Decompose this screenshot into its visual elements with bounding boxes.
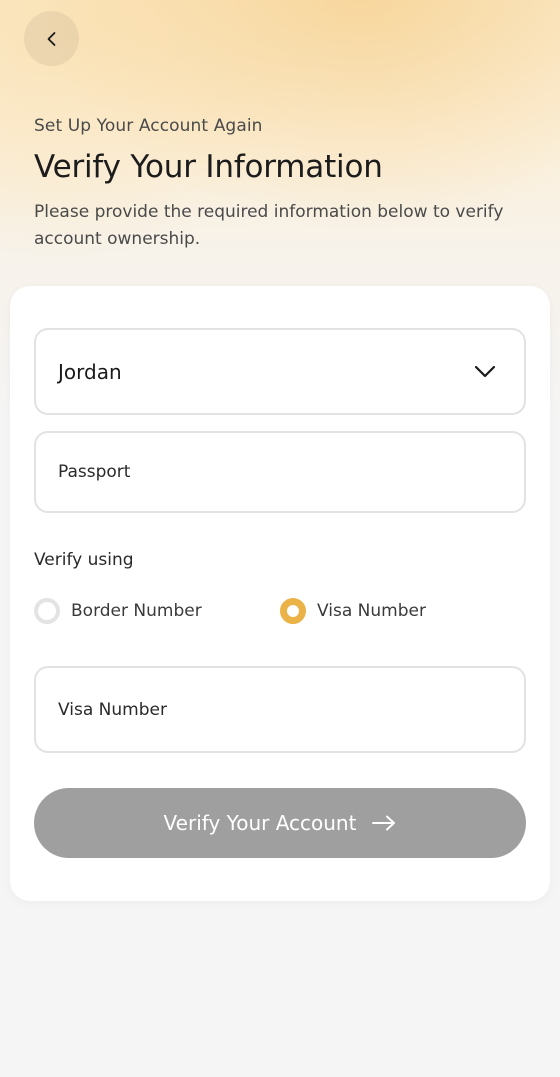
- radio-visa-number[interactable]: Visa Number: [280, 598, 426, 624]
- radio-visa-number-label: Visa Number: [317, 601, 426, 621]
- page-title: Verify Your Information: [34, 149, 383, 185]
- arrow-right-icon: [372, 815, 396, 831]
- radio-border-number[interactable]: Border Number: [34, 598, 202, 624]
- back-button[interactable]: [24, 11, 79, 66]
- verify-account-button[interactable]: Verify Your Account: [34, 788, 526, 858]
- radio-border-number-indicator[interactable]: [34, 598, 60, 624]
- radio-border-number-label: Border Number: [71, 601, 202, 621]
- page-description: Please provide the required information …: [34, 202, 504, 249]
- verify-using-label: Verify using: [34, 550, 134, 570]
- document-type-input[interactable]: [58, 462, 524, 482]
- visa-number-field[interactable]: [34, 666, 526, 753]
- verification-form-card: Jordan Verify using Border Number Visa N…: [10, 286, 550, 901]
- page-subtitle: Set Up Your Account Again: [34, 116, 263, 136]
- radio-visa-number-indicator[interactable]: [280, 598, 306, 624]
- country-select-value: Jordan: [58, 359, 122, 384]
- chevron-left-icon: [47, 31, 55, 46]
- document-type-field[interactable]: [34, 431, 526, 513]
- verify-account-button-label: Verify Your Account: [163, 811, 357, 835]
- chevron-down-icon: [474, 365, 496, 377]
- visa-number-input[interactable]: [58, 699, 524, 720]
- country-select[interactable]: Jordan: [34, 328, 526, 415]
